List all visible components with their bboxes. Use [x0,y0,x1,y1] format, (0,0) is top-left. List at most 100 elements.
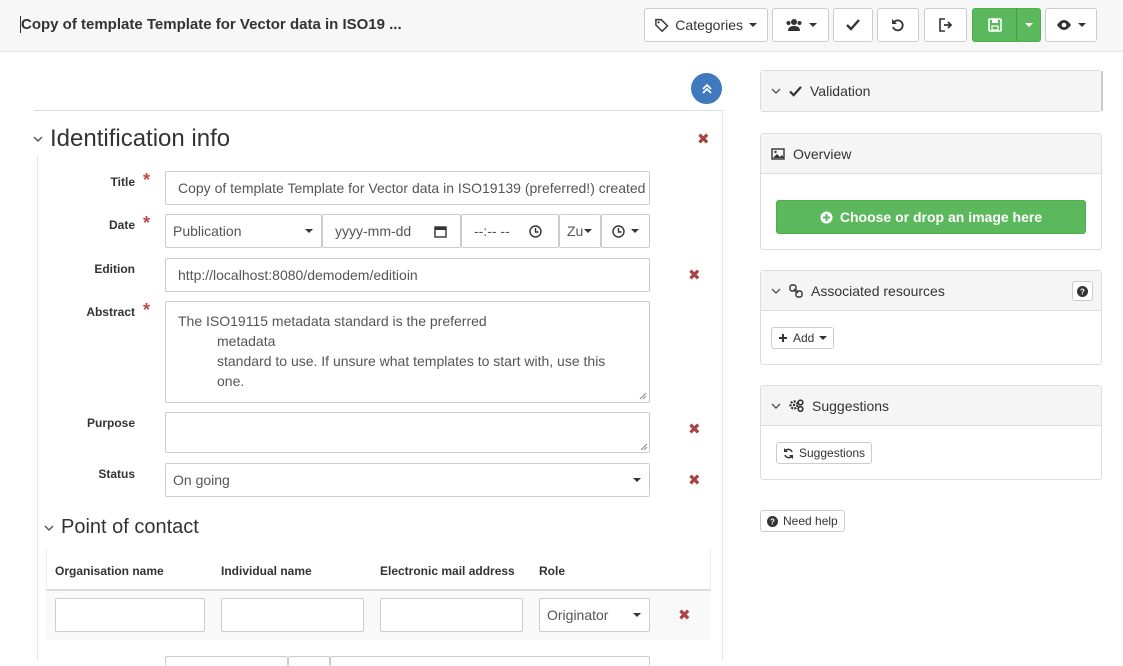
resize-grip-icon[interactable] [639,392,647,400]
floppy-icon [987,18,1002,32]
remove-contact-icon[interactable]: ✖ [678,608,691,623]
page-title: Copy of template Template for Vector dat… [20,16,402,33]
sign-out-icon [938,18,952,32]
title-label: Title [110,175,135,189]
clock-icon[interactable] [529,225,542,238]
add-label: Add [793,331,815,345]
check-icon [846,19,860,31]
collapse-all-button[interactable] [691,73,722,104]
suggestions-button[interactable]: Suggestions [776,442,873,464]
save-close-button[interactable] [924,8,967,42]
date-label: Date [108,218,135,232]
chevron-down-icon[interactable] [33,135,43,143]
save-button[interactable] [972,8,1017,42]
suggestions-header[interactable]: Suggestions [761,386,1101,426]
add-resource-button[interactable]: Add [771,327,835,349]
resize-grip-icon[interactable] [640,443,648,451]
calendar-icon[interactable] [434,225,447,238]
email-input[interactable] [380,598,523,632]
chevron-down-icon [771,288,781,294]
date-input[interactable]: yyyy-mm-dd [322,214,461,248]
status-value: On going [173,472,230,488]
suggestions-title: Suggestions [812,397,890,414]
link-icon [789,283,803,298]
suggestions-panel: Suggestions [760,385,1102,480]
chevron-down-icon [771,88,781,94]
abstract-textarea[interactable]: The ISO19115 metadata standard is the pr… [165,301,650,403]
need-help-label: Need help [783,514,838,528]
required-marker: * [143,213,151,233]
time-options-button[interactable] [601,214,650,248]
validation-title: Validation [810,83,871,99]
remove-edition-icon[interactable]: ✖ [688,268,701,283]
refresh-icon [784,447,793,459]
date-type-value: Publication [173,223,242,239]
partial-field [288,656,330,666]
purpose-label: Purpose [86,416,135,430]
remove-purpose-icon[interactable]: ✖ [688,422,701,437]
top-toolbar: Copy of template Template for Vector dat… [0,0,1123,52]
edition-input[interactable]: http://localhost:8080/demodem/editioin [165,258,650,292]
associated-resources-title: Associated resources [811,282,945,299]
abstract-line: standard to use. If unsure what template… [217,353,606,369]
section-border [722,110,723,660]
divider [34,110,722,111]
section-title-contact: Point of contact [61,516,199,538]
chevron-down-icon [808,23,817,27]
organisation-name-input[interactable] [55,598,205,632]
required-marker: * [143,170,151,190]
individual-name-input[interactable] [221,598,364,632]
timezone-select[interactable]: Zu [559,214,601,248]
section-title-identification: Identification info [50,125,231,152]
role-select[interactable]: Originator [539,598,650,632]
help-button[interactable]: ? [1072,281,1093,301]
abstract-line: The ISO19115 metadata standard is the pr… [178,313,487,329]
column-header: Role [539,564,566,578]
overview-header: Overview [761,134,1101,174]
time-input[interactable]: --:-- -- [461,214,559,248]
question-icon: ? [1077,285,1088,297]
role-value: Originator [547,607,609,623]
categories-label: Categories [675,17,743,33]
image-icon [771,147,785,160]
suggestions-button-label: Suggestions [799,446,866,460]
validation-panel: Validation [760,70,1102,112]
status-label: Status [98,467,135,481]
remove-status-icon[interactable]: ✖ [688,473,701,488]
time-placeholder: --:-- -- [474,223,510,239]
svg-text:?: ? [770,517,775,526]
chevron-down-icon [631,229,639,233]
remove-section-icon[interactable]: ✖ [697,132,710,147]
eye-icon [1057,20,1071,30]
groups-button[interactable] [772,8,829,42]
undo-button[interactable] [877,8,919,42]
chevron-down-icon [819,336,828,340]
date-type-select[interactable]: Publication [165,214,322,248]
need-help-button[interactable]: ? Need help [760,510,845,532]
required-marker: * [143,300,151,320]
chevron-down-icon [633,478,641,482]
column-header: Organisation name [55,564,164,578]
chevron-down-icon[interactable] [44,524,54,532]
undo-icon [892,19,904,32]
validation-header[interactable]: Validation [761,71,1101,111]
view-mode-button[interactable] [1045,8,1097,42]
gears-icon [789,399,804,412]
categories-button[interactable]: Categories [644,8,768,42]
abstract-line: metadata [217,333,276,349]
edition-label: Edition [94,262,135,276]
tag-icon [655,18,669,32]
purpose-textarea[interactable] [165,412,650,453]
svg-text:?: ? [1080,287,1085,296]
question-icon: ? [767,515,778,527]
save-options-dropdown[interactable] [1016,8,1041,42]
choose-image-button[interactable]: Choose or drop an image here [776,200,1086,234]
validate-button[interactable] [833,8,873,42]
chevron-down-icon [633,613,641,617]
associated-resources-header[interactable]: Associated resources ? [761,271,1101,311]
timezone-value: Zu [567,223,584,239]
users-icon [786,19,801,31]
status-select[interactable]: On going [165,463,650,497]
title-input[interactable]: Copy of template Template for Vector dat… [165,171,650,205]
chevron-down-icon [584,229,592,233]
